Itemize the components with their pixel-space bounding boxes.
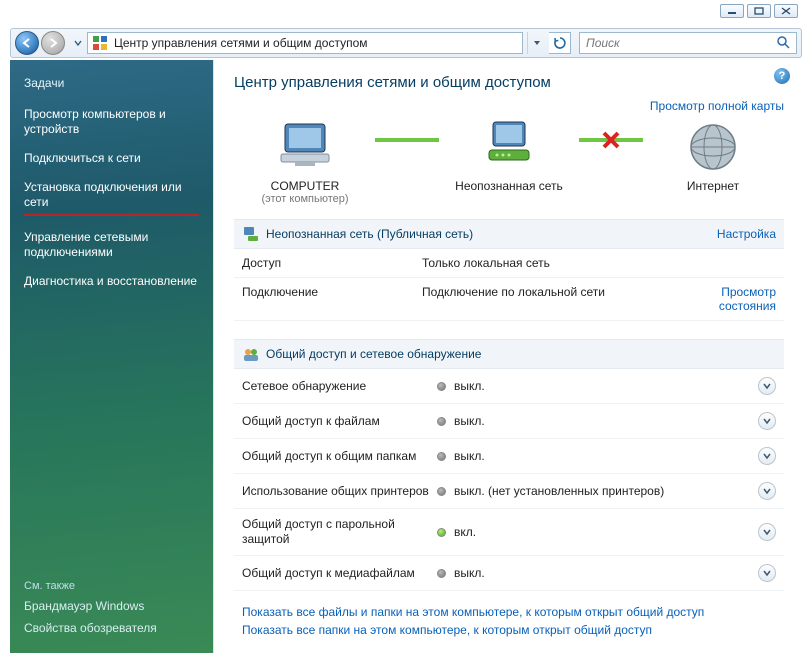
- sharing-row-value: выкл.: [454, 566, 758, 580]
- address-dropdown-icon[interactable]: [527, 32, 545, 54]
- sharing-row-value: выкл. (нет установленных принтеров): [454, 484, 758, 498]
- diagram-node-internet[interactable]: Интернет: [643, 119, 783, 205]
- network-row-access-value: Только локальная сеть: [422, 256, 686, 270]
- search-input[interactable]: [586, 36, 790, 50]
- network-diagram: COMPUTER (этот компьютер) Неопознанная с…: [234, 119, 784, 205]
- sidebar-item-connect[interactable]: Подключиться к сети: [24, 151, 199, 166]
- sidebar-item-firewall[interactable]: Брандмауэр Windows: [24, 599, 199, 614]
- sharing-row: Общий доступ с парольной защитой вкл.: [234, 509, 784, 556]
- expand-button[interactable]: [758, 482, 776, 500]
- sharing-row: Общий доступ к медиафайлам выкл.: [234, 556, 784, 591]
- sharing-row-label: Сетевое обнаружение: [242, 379, 437, 394]
- network-device-icon: [477, 119, 541, 175]
- sharing-row: Общий доступ к общим папкам выкл.: [234, 439, 784, 474]
- search-field[interactable]: [579, 32, 797, 54]
- sidebar-item-setup-connection[interactable]: Установка подключения или сети: [24, 180, 199, 216]
- network-row-access-label: Доступ: [242, 256, 422, 270]
- sharing-row-label: Общий доступ к файлам: [242, 414, 437, 429]
- sharing-row-value: выкл.: [454, 379, 758, 393]
- sharing-row-value: выкл.: [454, 414, 758, 428]
- diagram-node1-sub: (этот компьютер): [235, 193, 375, 205]
- show-shared-folders-link[interactable]: Показать все папки на этом компьютере, к…: [242, 623, 776, 637]
- connector-ok-icon: [375, 138, 439, 142]
- status-led-icon: [437, 382, 446, 391]
- diagram-node-network[interactable]: Неопознанная сеть: [439, 119, 579, 205]
- network-small-icon: [242, 225, 260, 243]
- maximize-button[interactable]: [747, 4, 771, 18]
- sidebar-item-manage-connections[interactable]: Управление сетевыми подключениями: [24, 230, 199, 260]
- refresh-button[interactable]: [549, 32, 571, 54]
- sidebar-item-computers[interactable]: Просмотр компьютеров и устройств: [24, 107, 199, 137]
- sharing-row-label: Общий доступ к медиафайлам: [242, 566, 437, 581]
- address-text: Центр управления сетями и общим доступом: [114, 36, 368, 50]
- sidebar-item-browser-settings[interactable]: Свойства обозревателя: [24, 621, 199, 636]
- status-led-icon: [437, 417, 446, 426]
- expand-button[interactable]: [758, 564, 776, 582]
- window-controls: [720, 4, 798, 18]
- status-led-icon: [437, 487, 446, 496]
- sharing-row: Сетевое обнаружение выкл.: [234, 369, 784, 404]
- status-led-icon: [437, 528, 446, 537]
- network-row-connection-label: Подключение: [242, 285, 422, 299]
- globe-icon: [681, 119, 745, 175]
- address-bar[interactable]: Центр управления сетями и общим доступом: [87, 32, 523, 54]
- sharing-section-header: Общий доступ и сетевое обнаружение: [234, 339, 784, 369]
- bottom-links: Показать все файлы и папки на этом компь…: [234, 591, 784, 645]
- sharing-row: Общий доступ к файлам выкл.: [234, 404, 784, 439]
- close-button[interactable]: [774, 4, 798, 18]
- control-panel-icon: [92, 35, 108, 51]
- view-state-link[interactable]: Просмотр состояния: [719, 285, 776, 313]
- sharing-row-value: вкл.: [454, 525, 758, 539]
- tasks-header: Задачи: [24, 76, 199, 90]
- computer-icon: [273, 119, 337, 175]
- diagram-node3-label: Интернет: [643, 179, 783, 193]
- status-led-icon: [437, 452, 446, 461]
- sharing-header-text: Общий доступ и сетевое обнаружение: [266, 347, 481, 361]
- expand-button[interactable]: [758, 523, 776, 541]
- see-also-header: См. также: [24, 580, 199, 592]
- network-row-connection: Подключение Подключение по локальной сет…: [234, 278, 784, 321]
- sharing-row-label: Общий доступ с парольной защитой: [242, 517, 437, 547]
- network-config-link[interactable]: Настройка: [717, 227, 776, 241]
- expand-button[interactable]: [758, 377, 776, 395]
- connector-broken-icon: [579, 138, 643, 142]
- x-mark-icon: [601, 130, 621, 150]
- diagram-node-this-computer[interactable]: COMPUTER (этот компьютер): [235, 119, 375, 205]
- sidebar: Задачи Просмотр компьютеров и устройств …: [10, 60, 213, 653]
- diagram-node1-label: COMPUTER: [235, 179, 375, 193]
- status-led-icon: [437, 569, 446, 578]
- network-row-access: Доступ Только локальная сеть: [234, 249, 784, 278]
- sharing-row-value: выкл.: [454, 449, 758, 463]
- sharing-row-label: Общий доступ к общим папкам: [242, 449, 437, 464]
- sharing-row-label: Использование общих принтеров: [242, 484, 437, 499]
- network-row-connection-value: Подключение по локальной сети: [422, 285, 686, 299]
- show-shared-files-link[interactable]: Показать все файлы и папки на этом компь…: [242, 605, 776, 619]
- expand-button[interactable]: [758, 447, 776, 465]
- page-title: Центр управления сетями и общим доступом: [234, 74, 784, 91]
- sharing-icon: [242, 345, 260, 363]
- navigation-bar: Центр управления сетями и общим доступом: [10, 28, 802, 58]
- sidebar-item-diagnostics[interactable]: Диагностика и восстановление: [24, 274, 199, 289]
- network-header-text: Неопознанная сеть (Публичная сеть): [266, 227, 473, 241]
- diagram-node2-label: Неопознанная сеть: [439, 179, 579, 193]
- search-icon[interactable]: [776, 35, 790, 52]
- full-map-link[interactable]: Просмотр полной карты: [650, 99, 784, 113]
- network-section-header: Неопознанная сеть (Публичная сеть) Настр…: [234, 219, 784, 249]
- sharing-row: Использование общих принтеров выкл. (нет …: [234, 474, 784, 509]
- back-button[interactable]: [15, 31, 39, 55]
- expand-button[interactable]: [758, 412, 776, 430]
- history-dropdown-icon[interactable]: [73, 33, 83, 53]
- help-icon[interactable]: ?: [774, 68, 790, 84]
- minimize-button[interactable]: [720, 4, 744, 18]
- forward-button[interactable]: [41, 31, 65, 55]
- main-content: ? Центр управления сетями и общим доступ…: [213, 60, 802, 653]
